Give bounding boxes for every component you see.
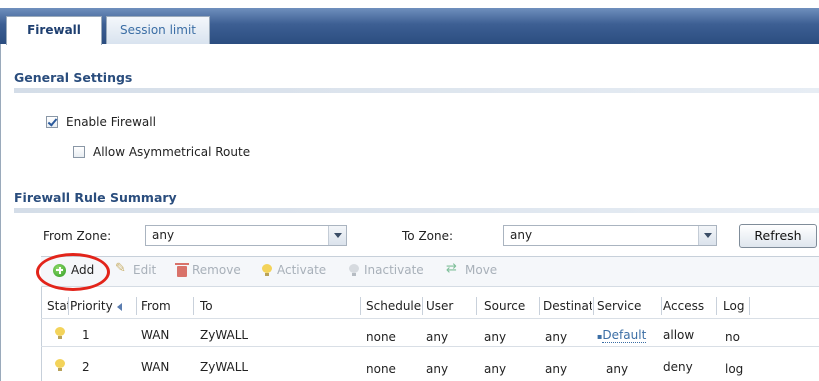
row-source: any [484, 362, 507, 376]
tab-bar: Firewall Session limit [0, 8, 819, 45]
enable-firewall-row: Enable Firewall [46, 115, 156, 129]
section-title-firewall-rule-summary: Firewall Rule Summary [14, 190, 177, 205]
row-schedule: none [366, 330, 396, 344]
row-user: any [426, 362, 449, 376]
row-from: WAN [141, 360, 170, 374]
column-divider [68, 297, 69, 315]
chevron-down-icon [698, 226, 716, 245]
row-divider [41, 318, 819, 319]
edit-icon [115, 261, 128, 277]
column-divider [593, 297, 594, 315]
row-service-link[interactable]: ▪Default [597, 328, 647, 343]
row-priority: 2 [82, 360, 90, 374]
row-from: WAN [141, 328, 170, 342]
to-zone-value: any [510, 228, 533, 242]
chevron-down-icon [328, 226, 346, 245]
column-divider [476, 297, 477, 315]
row-divider [41, 346, 819, 347]
column-divider [716, 297, 717, 315]
lightbulb-on-icon [262, 263, 272, 277]
activate-button[interactable]: Activate [262, 263, 326, 277]
column-header-destination[interactable]: Destinati [543, 295, 592, 317]
section-divider [14, 88, 819, 93]
move-icon [446, 261, 460, 277]
column-divider [661, 297, 662, 315]
row-service: any [606, 362, 629, 376]
enable-firewall-label: Enable Firewall [66, 115, 156, 129]
table-header: Stat Priority From To Schedule User Sour… [41, 295, 749, 317]
lightbulb-on-icon[interactable] [55, 359, 65, 372]
allow-asymmetrical-route-row: Allow Asymmetrical Route [73, 145, 250, 159]
row-log: log [725, 362, 744, 376]
column-header-access[interactable]: Access [663, 295, 713, 317]
column-header-priority[interactable]: Priority [70, 295, 138, 317]
tab-firewall[interactable]: Firewall [6, 16, 102, 45]
column-header-from[interactable]: From [141, 295, 191, 317]
lightbulb-on-icon[interactable] [55, 327, 65, 340]
column-divider [422, 297, 423, 315]
column-divider [193, 297, 194, 315]
row-log: no [725, 330, 740, 344]
row-priority: 1 [82, 328, 90, 342]
section-divider [14, 208, 819, 213]
column-header-priority-label: Priority [70, 299, 113, 313]
row-user: any [426, 330, 449, 344]
lightbulb-off-icon [349, 263, 359, 277]
allow-asymmetrical-route-checkbox[interactable] [73, 146, 85, 158]
row-source: any [484, 330, 507, 344]
row-destination: any [545, 330, 568, 344]
row-destination: any [545, 362, 568, 376]
enable-firewall-checkbox[interactable] [46, 116, 58, 128]
edit-label: Edit [133, 263, 157, 277]
move-button[interactable]: Move [446, 261, 498, 278]
column-divider [539, 297, 540, 315]
row-access: allow [663, 328, 695, 342]
row-to: ZyWALL [200, 360, 249, 374]
column-divider [360, 297, 361, 315]
to-zone-label: To Zone: [402, 229, 454, 243]
table-toolbar: Add Edit Remove Activate Inactivate Move [41, 257, 819, 287]
sort-arrow-icon [116, 302, 122, 311]
column-header-schedule[interactable]: Schedule [366, 295, 422, 317]
remove-button[interactable]: Remove [175, 262, 241, 277]
column-divider [749, 297, 750, 315]
inactivate-label: Inactivate [364, 263, 424, 277]
row-to: ZyWALL [200, 328, 249, 342]
column-header-to[interactable]: To [200, 295, 350, 317]
tab-session-limit[interactable]: Session limit [106, 16, 210, 44]
remove-label: Remove [192, 263, 241, 277]
refresh-button[interactable]: Refresh [739, 224, 817, 248]
from-zone-label: From Zone: [43, 229, 112, 243]
column-header-source[interactable]: Source [484, 295, 534, 317]
move-label: Move [465, 263, 498, 277]
from-zone-select[interactable]: any [145, 225, 347, 246]
inactivate-button[interactable]: Inactivate [349, 263, 424, 277]
allow-asymmetrical-route-label: Allow Asymmetrical Route [93, 145, 251, 159]
column-header-status[interactable]: Stat [47, 295, 69, 317]
highlight-ring [36, 253, 110, 291]
section-title-general-settings: General Settings [14, 70, 133, 85]
row-service-label: Default [602, 328, 647, 343]
column-header-user[interactable]: User [426, 295, 471, 317]
trash-icon [175, 262, 189, 277]
column-header-service[interactable]: Service [597, 295, 654, 317]
edit-button[interactable]: Edit [115, 261, 157, 278]
row-schedule: none [366, 362, 396, 376]
row-access: deny [663, 360, 693, 374]
column-divider [136, 297, 137, 315]
activate-label: Activate [277, 263, 327, 277]
from-zone-value: any [152, 228, 175, 242]
to-zone-select[interactable]: any [503, 225, 717, 246]
